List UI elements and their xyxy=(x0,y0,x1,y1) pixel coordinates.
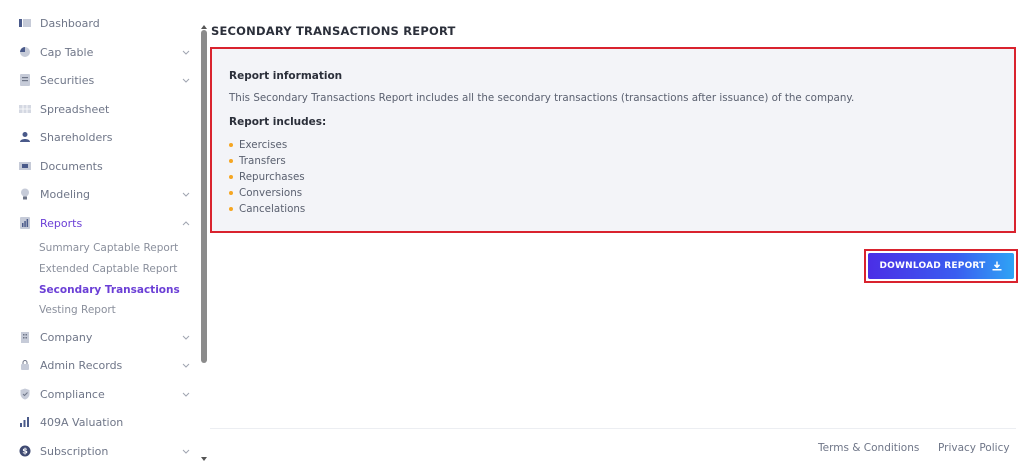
folder-icon xyxy=(19,160,31,172)
sidebar-item-label: Cap Table xyxy=(40,45,94,59)
scroll-up-arrow-icon[interactable] xyxy=(200,16,208,29)
sidebar-item-label: Subscription xyxy=(40,444,109,458)
dashboard-icon xyxy=(19,17,31,29)
sidebar-item-spreadsheet[interactable]: Spreadsheet xyxy=(0,95,198,123)
sidebar-item-label: Compliance xyxy=(40,387,105,401)
report-description: This Secondary Transactions Report inclu… xyxy=(229,92,855,104)
sidebar-item-label: Admin Records xyxy=(40,358,123,372)
list-item-label: Repurchases xyxy=(239,171,305,183)
download-icon xyxy=(992,261,1002,271)
bullet-icon xyxy=(229,159,233,163)
download-report-label: DOWNLOAD REPORT xyxy=(879,261,986,271)
sidebar-item-label: Company xyxy=(40,330,93,344)
sidebar-item-company[interactable]: Company xyxy=(0,323,198,351)
report-includes-heading: Report includes: xyxy=(229,116,327,128)
download-report-button[interactable]: DOWNLOAD REPORT xyxy=(868,253,1014,279)
lock-icon xyxy=(19,359,31,371)
chevron-down-icon xyxy=(181,360,191,370)
report-information-panel: Report information This Secondary Transa… xyxy=(210,47,1016,233)
sidebar-item-securities[interactable]: Securities xyxy=(0,66,198,94)
bullet-icon xyxy=(229,143,233,147)
sidebar-subitem-vesting-report[interactable]: Vesting Report xyxy=(39,304,116,316)
dollar-icon: $ xyxy=(19,445,31,457)
list-item: Repurchases xyxy=(229,171,305,183)
sidebar: Dashboard Cap Table Securities Spreadshe… xyxy=(0,0,198,473)
chevron-down-icon xyxy=(181,75,191,85)
list-item: Exercises xyxy=(229,139,287,151)
sidebar-item-admin-records[interactable]: Admin Records xyxy=(0,351,198,379)
grid-icon xyxy=(19,103,31,115)
list-item-label: Exercises xyxy=(239,139,288,151)
sidebar-item-label: 409A Valuation xyxy=(40,415,124,429)
privacy-policy-link[interactable]: Privacy Policy xyxy=(938,442,1010,454)
bullet-icon xyxy=(229,207,233,211)
chevron-down-icon xyxy=(181,332,191,342)
chevron-down-icon xyxy=(181,389,191,399)
document-icon xyxy=(19,74,31,86)
sidebar-scrollbar-thumb[interactable] xyxy=(201,30,207,363)
sidebar-item-409a-valuation[interactable]: 409A Valuation xyxy=(0,408,198,436)
list-item: Transfers xyxy=(229,155,286,167)
chevron-up-icon xyxy=(181,218,191,228)
sidebar-item-cap-table[interactable]: Cap Table xyxy=(0,38,198,66)
chevron-down-icon xyxy=(181,47,191,57)
download-report-highlight: DOWNLOAD REPORT xyxy=(864,249,1018,283)
sidebar-item-shareholders[interactable]: Shareholders xyxy=(0,123,198,151)
list-item-label: Cancelations xyxy=(239,203,306,215)
sidebar-subitem-secondary-transactions[interactable]: Secondary Transactions xyxy=(39,284,180,296)
list-item: Cancelations xyxy=(229,203,305,215)
sidebar-item-label: Reports xyxy=(40,216,83,230)
bullet-icon xyxy=(229,175,233,179)
sidebar-item-label: Modeling xyxy=(40,187,91,201)
pie-chart-icon xyxy=(19,46,31,58)
list-item: Conversions xyxy=(229,187,302,199)
terms-link[interactable]: Terms & Conditions xyxy=(818,442,919,454)
sidebar-item-subscription[interactable]: $ Subscription xyxy=(0,437,198,465)
sidebar-item-compliance[interactable]: Compliance xyxy=(0,380,198,408)
sidebar-item-label: Spreadsheet xyxy=(40,102,110,116)
footer-divider xyxy=(210,428,1016,429)
chevron-down-icon xyxy=(181,446,191,456)
sidebar-item-reports[interactable]: Reports xyxy=(0,209,198,237)
bullet-icon xyxy=(229,191,233,195)
page-title: SECONDARY TRANSACTIONS REPORT xyxy=(211,24,456,38)
lightbulb-icon xyxy=(19,188,31,200)
report-information-heading: Report information xyxy=(229,70,343,82)
user-icon xyxy=(19,131,31,143)
building-icon xyxy=(19,331,31,343)
sidebar-item-label: Documents xyxy=(40,159,103,173)
sidebar-item-label: Shareholders xyxy=(40,130,113,144)
sidebar-item-dashboard[interactable]: Dashboard xyxy=(0,9,198,37)
list-item-label: Conversions xyxy=(239,187,303,199)
sidebar-item-label: Dashboard xyxy=(40,16,100,30)
sidebar-item-label: Securities xyxy=(40,73,95,87)
scroll-down-arrow-icon[interactable] xyxy=(200,448,208,461)
sidebar-subitem-summary-captable-report[interactable]: Summary Captable Report xyxy=(39,242,178,254)
report-icon xyxy=(19,217,31,229)
sidebar-item-modeling[interactable]: Modeling xyxy=(0,180,198,208)
list-item-label: Transfers xyxy=(239,155,286,167)
svg-text:$: $ xyxy=(22,447,28,456)
sidebar-subitem-extended-captable-report[interactable]: Extended Captable Report xyxy=(39,263,177,275)
chevron-down-icon xyxy=(181,189,191,199)
sidebar-item-documents[interactable]: Documents xyxy=(0,152,198,180)
bar-chart-icon xyxy=(19,416,31,428)
shield-icon xyxy=(19,388,31,400)
